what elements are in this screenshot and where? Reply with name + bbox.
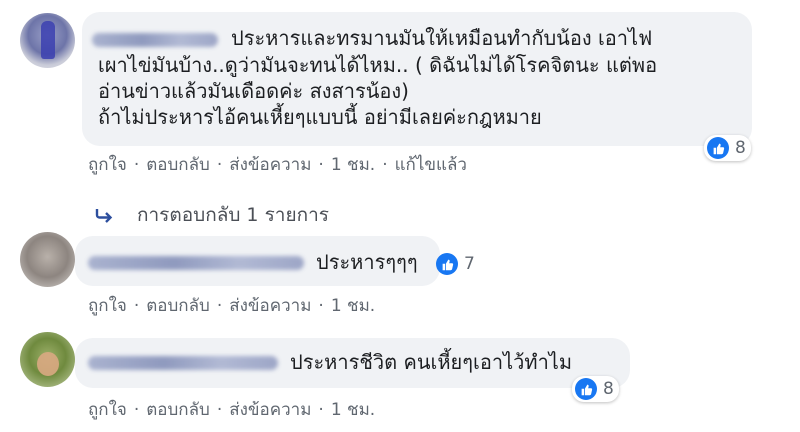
separator: · [216,155,223,175]
send-message-link[interactable]: ส่งข้อความ [229,155,311,175]
separator: · [216,296,223,316]
comment-text: ประหารๆๆๆ [316,250,418,274]
reaction-summary[interactable]: 8 [572,376,619,402]
reaction-summary[interactable]: 8 [704,135,751,161]
timestamp-link[interactable]: 1 ชม. [331,155,375,175]
separator: · [382,155,388,175]
reaction-summary[interactable]: 7 [433,251,480,277]
thumbs-up-icon [436,253,458,275]
reply-link[interactable]: ตอบกลับ [146,155,210,175]
comment-text: ประหารชีวิต คนเหี้ยๆเอาไว้ทำไม [290,350,573,374]
edited-label[interactable]: แก้ไขแล้ว [395,155,467,175]
comment-text-line: ถ้าไม่ประหารไอ้คนเหี้ยๆแบบนี้ อย่ามีเลยค… [98,105,542,129]
replies-count-label: การตอบกลับ 1 รายการ [137,204,329,226]
comment-text-line: เผาไข่มันบ้าง..ดูว่ามันจะทนได้ไหม.. ( ดิ… [98,53,658,77]
thumbs-up-icon [707,137,729,159]
view-replies-link[interactable]: การตอบกลับ 1 รายการ [93,200,329,230]
like-link[interactable]: ถูกใจ [88,155,127,175]
separator: · [318,155,324,175]
send-message-link[interactable]: ส่งข้อความ [229,400,311,420]
comment-text-line: อ่านข่าวแล้วมันเดือดค่ะ สงสารน้อง) [98,79,409,103]
avatar[interactable] [20,332,75,387]
commenter-name-blurred[interactable] [88,356,278,370]
reply-arrow-icon [95,209,113,223]
timestamp-link[interactable]: 1 ชม. [331,400,375,420]
separator: · [133,400,140,420]
comment-text-line: ประหารและทรมานมันให้เหมือนทำกับน้อง เอาไ… [231,26,653,50]
timestamp-link[interactable]: 1 ชม. [331,296,375,316]
comment-actions: ถูกใจ · ตอบกลับ · ส่งข้อความ · 1 ชม. · แก้ไขแล้ว [88,151,467,178]
avatar[interactable] [20,13,75,68]
comment-actions: ถูกใจ · ตอบกลับ · ส่งข้อความ · 1 ชม. [88,396,375,423]
separator: · [133,155,140,175]
reaction-count: 8 [603,379,614,399]
separator: · [318,400,324,420]
separator: · [216,400,223,420]
like-link[interactable]: ถูกใจ [88,296,127,316]
like-link[interactable]: ถูกใจ [88,400,127,420]
separator: · [318,296,324,316]
commenter-name-blurred[interactable] [88,256,304,270]
avatar[interactable] [20,232,75,287]
separator: · [133,296,140,316]
comment-actions: ถูกใจ · ตอบกลับ · ส่งข้อความ · 1 ชม. [88,292,375,319]
send-message-link[interactable]: ส่งข้อความ [229,296,311,316]
reply-link[interactable]: ตอบกลับ [146,296,210,316]
thumbs-up-icon [575,378,597,400]
commenter-name-blurred[interactable] [92,33,218,47]
reaction-count: 7 [464,254,475,274]
reply-link[interactable]: ตอบกลับ [146,400,210,420]
reaction-count: 8 [735,138,746,158]
